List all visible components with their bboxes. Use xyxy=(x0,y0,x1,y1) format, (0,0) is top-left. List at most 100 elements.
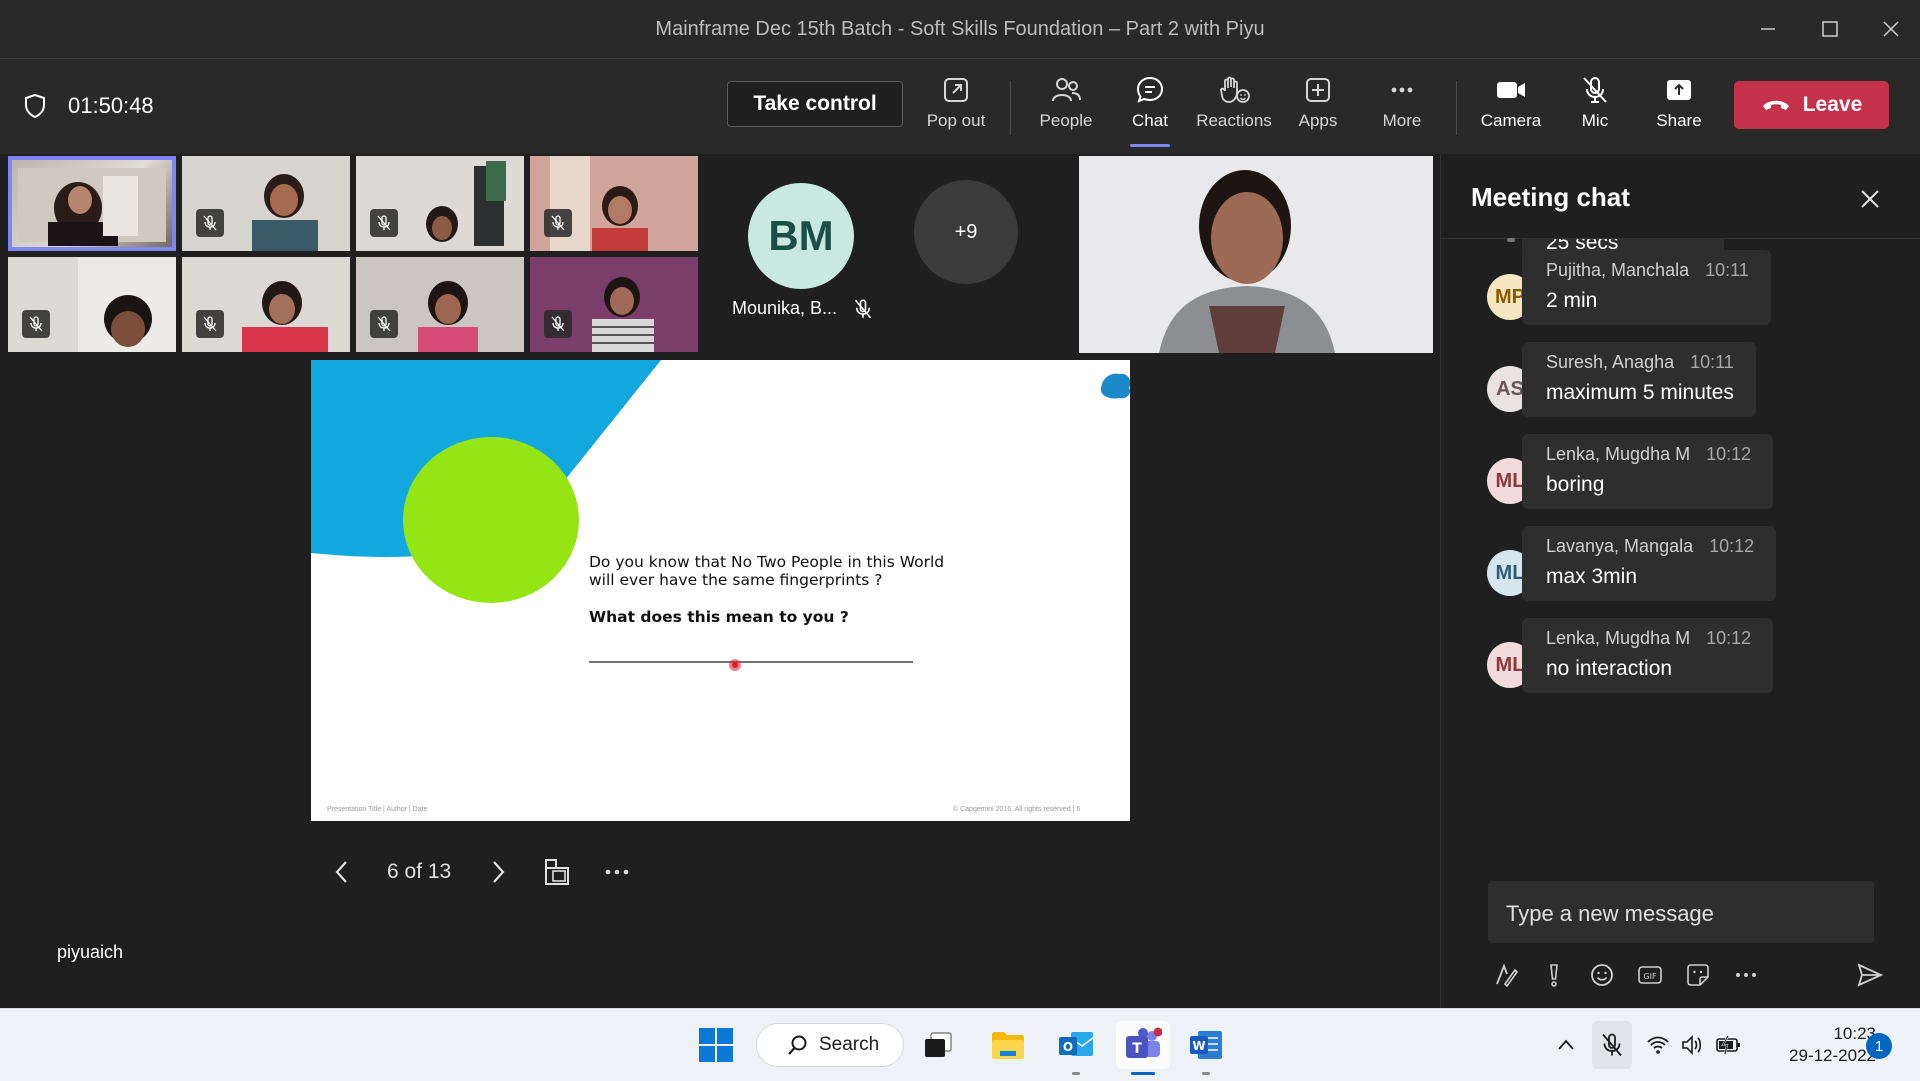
title-bar: Mainframe Dec 15th Batch - Soft Skills F… xyxy=(0,0,1920,59)
chat-timestamp: 10:11 xyxy=(1705,260,1749,280)
battery-button[interactable] xyxy=(1710,1021,1746,1069)
word-icon: W xyxy=(1190,1031,1222,1059)
more-options-button[interactable] xyxy=(1731,960,1761,990)
leave-button[interactable]: Leave xyxy=(1734,81,1889,129)
slide-footer-left: Presentation Title | Author | Date xyxy=(327,806,428,813)
chat-message[interactable]: Lavanya, Mangala 10:12 max 3min xyxy=(1522,526,1777,601)
capgemini-logo xyxy=(1101,373,1130,399)
send-button[interactable] xyxy=(1855,960,1885,990)
close-window-button[interactable] xyxy=(1871,10,1911,48)
word-button[interactable]: W xyxy=(1182,1021,1230,1075)
mic-muted-icon xyxy=(551,316,565,332)
chat-message-text: 2 min xyxy=(1546,289,1598,312)
slide-graphics xyxy=(311,360,1130,671)
emoji-button[interactable] xyxy=(1587,960,1617,990)
mic-button[interactable]: Mic xyxy=(1555,75,1635,145)
system-clock[interactable]: 10:23 29-12-2022 xyxy=(1760,1023,1876,1067)
minimize-button[interactable] xyxy=(1748,10,1788,48)
participant-video-tile[interactable] xyxy=(530,257,698,352)
slide-grid-icon xyxy=(545,859,569,885)
shield-icon xyxy=(25,94,45,118)
gif-button[interactable]: GIF xyxy=(1635,960,1665,990)
muted-indicator xyxy=(370,209,398,237)
tray-mic-muted[interactable] xyxy=(1592,1021,1632,1069)
next-slide-button[interactable] xyxy=(486,854,510,890)
participant-video-tile[interactable] xyxy=(356,156,524,251)
wifi-icon xyxy=(1647,1036,1669,1054)
more-button[interactable]: More xyxy=(1362,75,1442,145)
close-chat-button[interactable] xyxy=(1855,184,1885,214)
sticker-button[interactable] xyxy=(1683,960,1713,990)
participant-video-tile[interactable] xyxy=(8,156,176,251)
people-label: People xyxy=(1039,111,1093,130)
file-explorer-button[interactable] xyxy=(984,1021,1032,1069)
windows-taskbar: Search O T W 10:23 29-12-2022 1 xyxy=(0,1008,1920,1081)
task-view-icon xyxy=(925,1032,952,1057)
svg-text:O: O xyxy=(1063,1040,1073,1054)
participant-video-tile[interactable] xyxy=(182,257,350,352)
show-hidden-icons-button[interactable] xyxy=(1544,1021,1588,1069)
participant-video-tile[interactable] xyxy=(182,156,350,251)
chat-icon xyxy=(1136,76,1164,103)
send-icon xyxy=(1857,963,1884,987)
maximize-button[interactable] xyxy=(1810,10,1850,48)
participant-avatar[interactable]: BM xyxy=(748,183,854,289)
people-icon xyxy=(1052,78,1081,102)
reactions-button[interactable]: Reactions xyxy=(1194,75,1274,145)
prev-slide-button[interactable] xyxy=(330,854,354,890)
mic-muted-icon xyxy=(203,215,217,231)
svg-text:T: T xyxy=(1132,1041,1142,1057)
share-label: Share xyxy=(1656,111,1702,130)
shared-slide[interactable]: Do you know that No Two People in this W… xyxy=(311,360,1130,821)
chat-message-text: max 3min xyxy=(1546,565,1638,588)
slide-question-line-1: Do you know that No Two People in this W… xyxy=(589,553,945,571)
take-control-button[interactable]: Take control xyxy=(727,81,903,127)
slide-more-button[interactable] xyxy=(602,854,632,890)
toolbar-divider xyxy=(1456,81,1457,135)
chat-button[interactable]: Chat xyxy=(1110,75,1190,147)
svg-text:GIF: GIF xyxy=(1643,972,1657,981)
chat-message[interactable]: Pujitha, Manchala 10:11 2 min xyxy=(1522,250,1771,325)
outlook-button[interactable]: O xyxy=(1052,1021,1100,1075)
chat-scroll-indicator xyxy=(1507,238,1515,242)
pop-out-button[interactable]: Pop out xyxy=(916,75,996,145)
slide-grid-button[interactable] xyxy=(542,854,572,890)
participant-video-large[interactable] xyxy=(1079,156,1433,353)
participant-video-tile[interactable] xyxy=(356,257,524,352)
chat-message-text: no interaction xyxy=(1546,657,1673,680)
slide-green-circle xyxy=(403,437,579,603)
leave-label: Leave xyxy=(1802,93,1863,116)
taskbar-search-label: Search xyxy=(819,1034,880,1055)
chat-sender-name: Lenka, Mugdha M xyxy=(1546,444,1691,464)
clock-date: 29-12-2022 xyxy=(1789,1046,1876,1065)
participant-video-tile[interactable] xyxy=(530,156,698,251)
share-icon xyxy=(1667,80,1691,100)
notification-badge[interactable]: 1 xyxy=(1866,1033,1892,1059)
message-compose-box[interactable]: Type a new message xyxy=(1488,881,1874,943)
wifi-button[interactable] xyxy=(1640,1021,1676,1069)
presenter-name: piyuaich xyxy=(57,942,124,962)
task-view-button[interactable] xyxy=(914,1021,962,1069)
taskbar-search[interactable]: Search xyxy=(756,1023,904,1067)
start-button[interactable] xyxy=(692,1021,740,1069)
phone-hangup-icon xyxy=(1762,100,1789,110)
chat-message[interactable]: Lenka, Mugdha M 10:12 boring xyxy=(1522,434,1774,509)
search-icon xyxy=(788,1035,807,1055)
camera-button[interactable]: Camera xyxy=(1471,75,1551,145)
share-button[interactable]: Share xyxy=(1639,75,1719,145)
teams-button[interactable]: T xyxy=(1116,1021,1170,1075)
format-button[interactable] xyxy=(1491,960,1521,990)
volume-button[interactable] xyxy=(1674,1021,1710,1069)
participant-video-tile[interactable] xyxy=(8,257,176,352)
muted-indicator xyxy=(196,310,224,338)
more-icon xyxy=(605,869,629,875)
chat-message[interactable]: Suresh, Anagha 10:11 maximum 5 minutes xyxy=(1522,342,1756,417)
chat-sender-name: Lavanya, Mangala xyxy=(1546,536,1694,556)
apps-button[interactable]: Apps xyxy=(1278,75,1358,145)
chat-message[interactable]: Lenka, Mugdha M 10:12 no interaction xyxy=(1522,618,1774,693)
muted-indicator xyxy=(544,310,572,338)
important-button[interactable] xyxy=(1539,960,1569,990)
more-participants-button[interactable]: +9 xyxy=(914,180,1018,284)
folder-icon xyxy=(992,1032,1024,1059)
people-button[interactable]: People xyxy=(1026,75,1106,145)
